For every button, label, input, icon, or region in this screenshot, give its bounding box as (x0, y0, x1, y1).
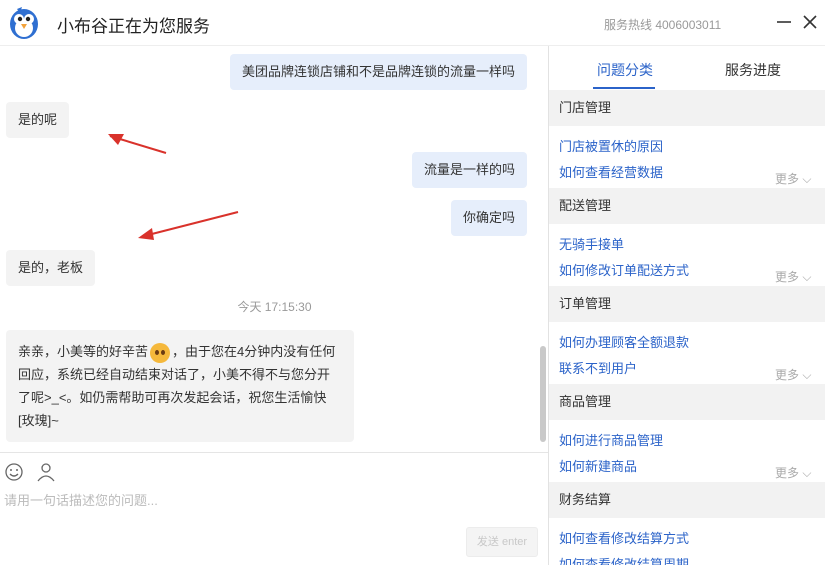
more-link[interactable]: 更多 ⌵ (775, 268, 811, 285)
more-link[interactable]: 更多 ⌵ (775, 170, 811, 187)
help-sidebar: 问题分类 服务进度 门店管理 门店被置休的原因 如何查看经营数据 更多 ⌵ 配送… (549, 46, 825, 565)
category-header[interactable]: 订单管理 (549, 286, 825, 322)
tab-question-categories[interactable]: 问题分类 (597, 60, 653, 80)
tab-service-progress[interactable]: 服务进度 (725, 60, 781, 80)
chat-scrollbar[interactable] (540, 346, 546, 442)
message-bubble-user: 美团品牌连锁店铺和不是品牌连锁的流量一样吗 (229, 54, 527, 90)
chevron-down-icon: ⌵ (802, 368, 812, 382)
category-header[interactable]: 商品管理 (549, 384, 825, 420)
faq-link[interactable]: 如何进行商品管理 (559, 430, 663, 449)
minimize-icon[interactable] (774, 12, 794, 32)
faq-link[interactable]: 无骑手接单 (559, 234, 624, 253)
category-header[interactable]: 财务结算 (549, 482, 825, 518)
faq-link[interactable]: 联系不到用户 (559, 358, 637, 377)
message-bubble-agent: 亲亲，小美等的好辛苦 ，由于您在4分钟内没有任何回应，系统已经自动结束对话了，小美… (6, 330, 354, 442)
chat-history[interactable]: 美团品牌连锁店铺和不是品牌连锁的流量一样吗 是的呢 流量是一样的吗 你确定吗 是… (0, 46, 549, 452)
faq-link[interactable]: 如何查看修改结算方式 (559, 528, 689, 547)
smiley-icon[interactable] (3, 461, 25, 483)
active-tab-indicator (593, 87, 655, 89)
message-bubble-agent: 是的呢 (6, 102, 70, 138)
close-icon[interactable] (800, 12, 820, 32)
message-bubble-user: 流量是一样的吗 (411, 152, 527, 188)
more-label: 更多 (775, 368, 800, 382)
chevron-down-icon: ⌵ (802, 270, 812, 284)
faq-link[interactable]: 如何查看经营数据 (559, 162, 663, 181)
message-composer: 发送 enter (0, 452, 549, 565)
more-link[interactable]: 更多 ⌵ (775, 366, 811, 383)
category-header[interactable]: 门店管理 (549, 90, 825, 126)
faq-link[interactable]: 如何查看修改结算周期 (559, 554, 689, 565)
more-link[interactable]: 更多 ⌵ (775, 464, 811, 481)
faq-link[interactable]: 如何办理顾客全额退款 (559, 332, 689, 351)
more-label: 更多 (775, 270, 800, 284)
message-input[interactable] (4, 489, 534, 511)
user-icon[interactable] (35, 461, 57, 483)
window-header: 小布谷正在为您服务 服务热线 4006003011 (0, 0, 825, 46)
sidebar-tabs: 问题分类 服务进度 (549, 46, 825, 90)
message-timestamp: 今天 17:15:30 (237, 300, 312, 314)
more-label: 更多 (775, 466, 800, 480)
service-hotline: 服务热线 4006003011 (604, 18, 722, 32)
red-arrow-annotation (108, 134, 167, 154)
chevron-down-icon: ⌵ (802, 466, 812, 480)
message-bubble-user: 你确定吗 (450, 200, 527, 236)
red-arrow-annotation (138, 211, 239, 240)
page-title: 小布谷正在为您服务 (57, 17, 210, 36)
send-button[interactable]: 发送 enter (466, 527, 538, 557)
chevron-down-icon: ⌵ (802, 172, 812, 186)
faq-link[interactable]: 如何新建商品 (559, 456, 637, 475)
more-label: 更多 (775, 172, 800, 186)
bird-logo-icon (10, 7, 38, 39)
message-bubble-agent: 是的，老板 (6, 250, 96, 286)
faq-link[interactable]: 门店被置休的原因 (559, 136, 663, 155)
message-text: 亲亲，小美等的好辛苦 (18, 344, 149, 359)
category-header[interactable]: 配送管理 (549, 188, 825, 224)
faq-link[interactable]: 如何修改订单配送方式 (559, 260, 689, 279)
sad-face-emoji-icon (150, 342, 171, 363)
